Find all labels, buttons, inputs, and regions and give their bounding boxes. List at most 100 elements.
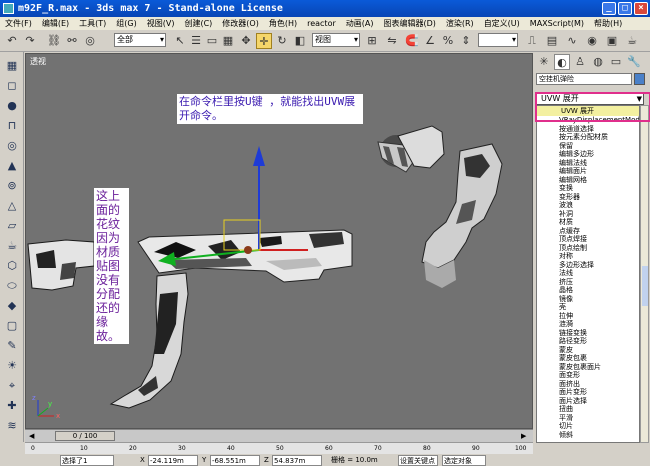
hierarchy-tab-icon[interactable]: ♙: [572, 54, 588, 70]
capsule-icon[interactable]: ⬭: [4, 278, 20, 294]
shape-icon[interactable]: ✎: [4, 338, 20, 354]
menu-edit[interactable]: 编辑(E): [37, 17, 74, 30]
pivot-point[interactable]: [244, 246, 252, 254]
modifier-item[interactable]: 镜像: [537, 295, 639, 304]
modifier-item[interactable]: 编辑网格: [537, 176, 639, 185]
menu-character[interactable]: 角色(H): [264, 17, 302, 30]
x-coordinate-field[interactable]: -24.119m: [148, 455, 198, 466]
perspective-viewport[interactable]: 透视 x y z 在命令栏里按U键 ，就能找出UVW展开命令。 这上面的花纹因为…: [25, 53, 533, 429]
menu-help[interactable]: 帮助(H): [589, 17, 627, 30]
object-color-swatch[interactable]: [634, 73, 645, 85]
menu-customize[interactable]: 自定义(U): [479, 17, 525, 30]
light-icon[interactable]: ☀: [4, 358, 20, 374]
modifier-item[interactable]: 扭曲: [537, 405, 639, 414]
select-move-active-icon[interactable]: ✛: [256, 33, 272, 49]
utilities-tab-icon[interactable]: 🔧: [626, 54, 642, 70]
unlink-icon[interactable]: ⚯: [64, 33, 80, 49]
menu-maxscript[interactable]: MAXScript(M): [525, 17, 589, 30]
modifier-item[interactable]: 壳: [537, 303, 639, 312]
gizmo-z-arrow[interactable]: [253, 146, 265, 166]
motion-tab-icon[interactable]: ◍: [590, 54, 606, 70]
modifier-item[interactable]: 波浪: [537, 201, 639, 210]
render-scene-icon[interactable]: ▣: [604, 33, 620, 49]
modifier-item[interactable]: 链接变换: [537, 329, 639, 338]
modifier-item[interactable]: 补洞: [537, 210, 639, 219]
layer-manager-icon[interactable]: ▤: [544, 33, 560, 49]
z-coordinate-field[interactable]: 54.837m: [272, 455, 322, 466]
sphere-icon[interactable]: ●: [4, 98, 20, 114]
modifier-item[interactable]: 平滑: [537, 414, 639, 423]
time-slider-left-arrow[interactable]: ◀: [29, 430, 34, 442]
modifier-item[interactable]: 编辑面片: [537, 167, 639, 176]
angle-snap-icon[interactable]: ∠: [422, 33, 438, 49]
menu-rendering[interactable]: 渲染(R): [441, 17, 479, 30]
close-button[interactable]: ×: [634, 2, 648, 15]
rect-selection-icon[interactable]: ▭: [204, 33, 220, 49]
teapot-icon[interactable]: ☕: [4, 238, 20, 254]
modifier-item[interactable]: 面挤出: [537, 380, 639, 389]
modifier-item[interactable]: 保留: [537, 142, 639, 151]
hammer-part[interactable]: [27, 239, 95, 291]
modifier-item[interactable]: 拉伸: [537, 312, 639, 321]
modifier-item[interactable]: 顶点绘制: [537, 244, 639, 253]
display-tab-icon[interactable]: ▭: [608, 54, 624, 70]
tube-icon[interactable]: ⊚: [4, 178, 20, 194]
modifier-item[interactable]: 面片变形: [537, 388, 639, 397]
spinner-snap-icon[interactable]: ⇕: [458, 33, 474, 49]
select-move-icon[interactable]: ✥: [238, 33, 254, 49]
menu-file[interactable]: 文件(F): [0, 17, 37, 30]
select-rotate-icon[interactable]: ↻: [274, 33, 290, 49]
menu-graph-editors[interactable]: 图表编辑器(D): [378, 17, 440, 30]
space-warp-icon[interactable]: ≋: [4, 418, 20, 434]
bind-space-warp-icon[interactable]: ◎: [82, 33, 98, 49]
named-selection-select[interactable]: [478, 33, 518, 47]
modifier-item[interactable]: 顶点焊接: [537, 235, 639, 244]
modifier-item[interactable]: 点缓存: [537, 227, 639, 236]
modifier-item[interactable]: 对称: [537, 252, 639, 261]
modify-tab-icon[interactable]: ◐: [554, 54, 570, 70]
modifier-item[interactable]: 面变形: [537, 371, 639, 380]
menu-group[interactable]: 组(G): [111, 17, 141, 30]
torus-icon[interactable]: ◎: [4, 138, 20, 154]
select-by-name-icon[interactable]: ☰: [188, 33, 204, 49]
modifier-item[interactable]: 多边形选择: [537, 261, 639, 270]
scrollbar-thumb[interactable]: [642, 266, 648, 306]
percent-snap-icon[interactable]: %: [440, 33, 456, 49]
undo-icon[interactable]: ↶: [4, 33, 20, 49]
camera-icon[interactable]: ⌖: [4, 378, 20, 394]
object-name-field[interactable]: 空挂机弹险: [536, 73, 632, 85]
track-bar[interactable]: 0 10 20 30 40 50 60 70 80 90 100: [25, 442, 533, 454]
quick-render-icon[interactable]: ☕: [624, 33, 640, 49]
cylinder-part[interactable]: [377, 125, 445, 173]
maximize-button[interactable]: □: [618, 2, 632, 15]
modifier-item[interactable]: 材质: [537, 218, 639, 227]
modifier-item[interactable]: 晶格: [537, 286, 639, 295]
modifier-item[interactable]: 编辑多边形: [537, 150, 639, 159]
modifier-item[interactable]: 面片选择: [537, 397, 639, 406]
modifier-item[interactable]: 法线: [537, 269, 639, 278]
modifier-item[interactable]: 蒙皮包裹面片: [537, 363, 639, 372]
modifier-item[interactable]: 挤压: [537, 278, 639, 287]
y-coordinate-field[interactable]: -68.551m: [210, 455, 260, 466]
time-slider[interactable]: 0 / 100: [55, 431, 115, 441]
modifier-item[interactable]: 切片: [537, 422, 639, 431]
menu-modifiers[interactable]: 修改器(O): [217, 17, 264, 30]
create-tab-icon[interactable]: ✳: [536, 54, 552, 70]
modifier-dropdown-list[interactable]: UVW 展开 VRayDisplacementMod 按通道选择 按元素分配材质…: [536, 105, 640, 443]
set-key-button[interactable]: 设置关键点: [398, 455, 438, 466]
hedra-icon[interactable]: ◆: [4, 298, 20, 314]
modifier-item[interactable]: 按通道选择: [537, 125, 639, 134]
select-object-icon[interactable]: ↖: [172, 33, 188, 49]
menu-reactor[interactable]: reactor: [302, 17, 341, 30]
chamfer-box-icon[interactable]: ▢: [4, 318, 20, 334]
modifier-item[interactable]: 蒙皮: [537, 346, 639, 355]
pyramid-icon[interactable]: △: [4, 198, 20, 214]
window-crossing-icon[interactable]: ▦: [220, 33, 236, 49]
menu-create[interactable]: 创建(C): [179, 17, 217, 30]
curve-editor-icon[interactable]: ∿: [564, 33, 580, 49]
minimize-button[interactable]: _: [602, 2, 616, 15]
modifier-item[interactable]: 编辑法线: [537, 159, 639, 168]
pivot-center-icon[interactable]: ⊞: [364, 33, 380, 49]
modifier-item[interactable]: 变形器: [537, 193, 639, 202]
geosphere-icon[interactable]: ⬡: [4, 258, 20, 274]
